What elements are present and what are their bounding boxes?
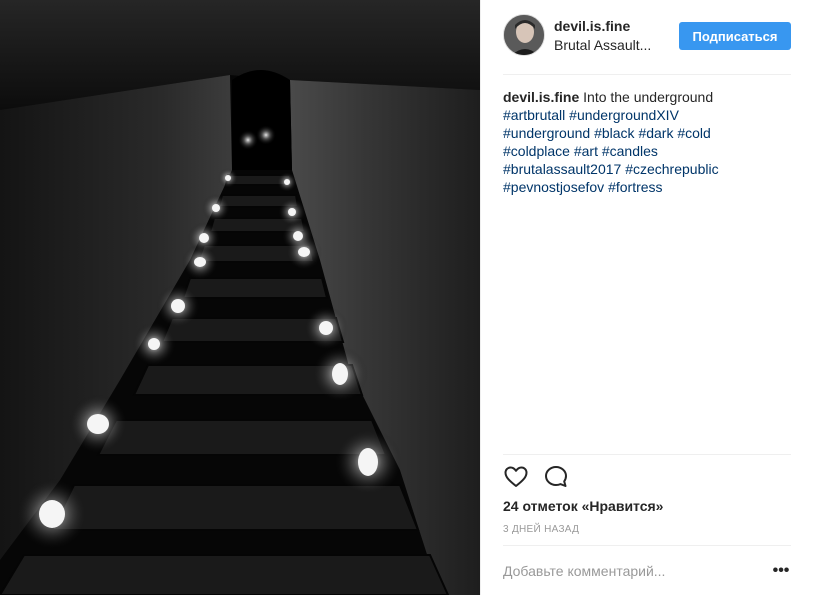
caption-author[interactable]: devil.is.fine	[503, 89, 579, 105]
post-actions	[503, 464, 583, 490]
hashtag[interactable]: #dark	[638, 125, 673, 141]
follow-button[interactable]: Подписаться	[679, 22, 791, 50]
more-options-icon[interactable]: •••	[771, 562, 791, 580]
hashtag[interactable]: #candles	[602, 143, 658, 159]
hashtag[interactable]: #cold	[677, 125, 710, 141]
username-link[interactable]: devil.is.fine	[554, 18, 630, 34]
hashtag[interactable]: #black	[594, 125, 634, 141]
hashtag[interactable]: #art	[574, 143, 598, 159]
hashtag[interactable]: #czechrepublic	[625, 161, 718, 177]
actions-divider	[503, 454, 791, 455]
avatar-image	[504, 15, 544, 55]
hashtag[interactable]: #coldplace	[503, 143, 570, 159]
likes-count[interactable]: 24 отметок «Нравится»	[503, 498, 663, 514]
post-timestamp[interactable]: 3 ДНЕЙ НАЗАД	[503, 524, 579, 535]
hashtag[interactable]: #undergroundXIV	[569, 107, 679, 123]
header-divider	[503, 74, 791, 75]
hashtag[interactable]: #fortress	[608, 179, 662, 195]
hashtag[interactable]: #brutalassault2017	[503, 161, 621, 177]
caption-text: Into the underground	[583, 89, 714, 105]
post-sidebar: devil.is.fine Brutal Assault... Подписат…	[480, 0, 814, 595]
comment-input[interactable]	[503, 556, 743, 586]
hashtag[interactable]: #underground	[503, 125, 590, 141]
avatar[interactable]	[503, 14, 545, 56]
post-caption: devil.is.fine Into the underground #artb…	[503, 88, 793, 196]
hashtag[interactable]: #artbrutall	[503, 107, 565, 123]
heart-icon[interactable]	[503, 464, 529, 490]
comment-icon[interactable]	[543, 464, 569, 490]
post-header: devil.is.fine Brutal Assault... Подписат…	[503, 14, 791, 58]
post-image[interactable]	[0, 0, 480, 595]
location-link[interactable]: Brutal Assault...	[554, 37, 664, 53]
staircase-photo	[0, 0, 480, 595]
comment-divider	[503, 545, 791, 546]
hashtag[interactable]: #pevnostjosefov	[503, 179, 604, 195]
